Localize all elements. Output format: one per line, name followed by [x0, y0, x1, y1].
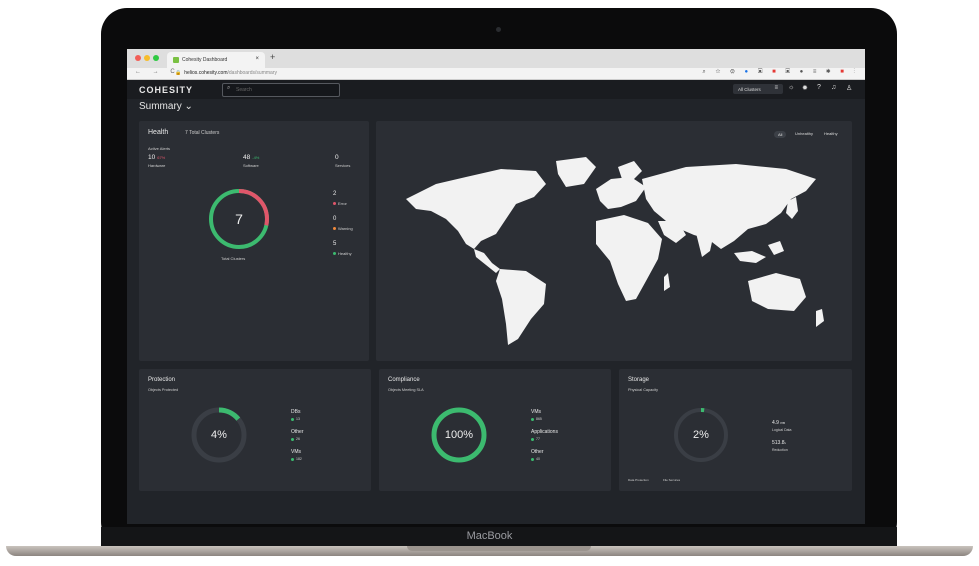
protection-item-vms: VMs: [291, 449, 301, 455]
logical-data-label: Logical Data: [772, 428, 792, 432]
cohesity-favicon-icon: [173, 57, 179, 63]
browser-tab[interactable]: Cohesity Dashboard ×: [167, 52, 265, 68]
reduction-label: Reduction: [772, 448, 788, 452]
map-filter-unhealthy[interactable]: Unhealthy: [795, 131, 813, 136]
screen: Cohesity Dashboard × + ← → C 🔒 helios.coh…: [127, 49, 865, 524]
maximize-window-button[interactable]: [153, 55, 159, 61]
url-field[interactable]: 🔒 helios.cohesity.com/dashboards/summary: [175, 70, 277, 76]
legend-error[interactable]: Error: [333, 201, 347, 206]
tab-title: Cohesity Dashboard: [182, 57, 228, 63]
software-label: Software: [243, 163, 259, 168]
protection-item-dbs: DBs: [291, 409, 301, 415]
compliance-subtitle: Objects Meeting SLA: [388, 388, 424, 392]
protection-title: Protection: [148, 377, 176, 383]
close-window-button[interactable]: [135, 55, 141, 61]
healthy-dot-icon: [333, 252, 336, 256]
theme-icon[interactable]: ☼: [788, 84, 794, 91]
health-subtitle: 7 Total Clusters: [185, 130, 220, 136]
compliance-percent: 100%: [444, 429, 474, 441]
dbs-dot-icon: [291, 417, 294, 421]
warning-dot-icon: [333, 227, 336, 231]
compliance-item-other: Other: [531, 449, 544, 455]
protection-card: Protection Objects Protected 4% DBs 13 O…: [139, 369, 371, 491]
compliance-title: Compliance: [388, 377, 420, 383]
url-path: /dashboards/summary: [227, 70, 277, 76]
warning-count: 0: [333, 216, 337, 222]
protection-dbs-value: 13: [291, 417, 300, 421]
health-center-value: 7: [235, 211, 243, 227]
cluster-selector[interactable]: All Clusters ≡: [733, 84, 783, 94]
healthy-count: 5: [333, 241, 337, 247]
map-filter-all[interactable]: All: [774, 131, 787, 138]
nav-buttons[interactable]: ← → C: [135, 69, 180, 75]
device-brand: MacBook: [466, 530, 513, 542]
health-title: Health: [148, 129, 169, 136]
health-card: Health 7 Total Clusters Active Alerts 10…: [139, 121, 369, 361]
software-stat[interactable]: 48 -4%: [243, 154, 259, 161]
page-title[interactable]: Summary ⌄: [139, 101, 193, 112]
storage-subtitle: Physical Capacity: [628, 388, 658, 392]
user-icon[interactable]: ♙: [846, 84, 852, 92]
compliance-apps-dot-icon: [531, 437, 534, 441]
vms-dot-icon: [291, 457, 294, 461]
world-map[interactable]: [396, 149, 836, 349]
compliance-item-applications: Applications: [531, 429, 558, 435]
protection-other-value: 26: [291, 437, 300, 441]
protection-item-other: Other: [291, 429, 304, 435]
services-stat[interactable]: 0: [335, 154, 339, 161]
help-icon[interactable]: ?: [817, 84, 821, 91]
hardware-stat[interactable]: 10 67%: [148, 154, 165, 161]
services-label: Services: [335, 163, 351, 168]
reduction-value: 513.8x: [772, 440, 787, 446]
browser-tabstrip: Cohesity Dashboard × +: [127, 49, 865, 68]
map-filter-healthy[interactable]: Healthy: [824, 131, 838, 136]
compliance-applications-value: 77: [531, 437, 540, 441]
settings-icon[interactable]: ✹: [802, 84, 808, 92]
search-input[interactable]: ⌕ Search: [222, 83, 340, 97]
legend-healthy[interactable]: Healthy: [333, 251, 352, 256]
data-protection-link[interactable]: Data Protection: [628, 478, 649, 482]
active-alerts-label: Active Alerts: [148, 146, 171, 151]
error-count: 2: [333, 191, 337, 197]
extension-icons[interactable]: ⌕ ☆ ⚙ ● ▣ ■ ▣ ● ≡ ✱ ■ ⋮: [702, 69, 859, 76]
other-dot-icon: [291, 437, 294, 441]
logical-data-value: 4.9 PiB: [772, 420, 786, 426]
protection-subtitle: Objects Protected: [148, 388, 179, 392]
compliance-other-dot-icon: [531, 457, 534, 461]
url-host: helios.cohesity.com: [184, 70, 228, 76]
new-tab-button[interactable]: +: [270, 52, 275, 62]
search-placeholder: Search: [236, 87, 252, 93]
storage-title: Storage: [628, 377, 650, 383]
search-icon: ⌕: [227, 85, 231, 91]
cluster-selector-label: All Clusters: [738, 87, 761, 92]
storage-card: Storage Physical Capacity 2% 4.9 PiB Log…: [619, 369, 852, 491]
protection-percent: 4%: [211, 429, 227, 441]
compliance-item-vms: VMs: [531, 409, 541, 415]
app-header: COHESITY ⌕ Search All Clusters ≡ ☼ ✹ ? ♫…: [127, 80, 865, 99]
notifications-icon[interactable]: ♫: [831, 84, 836, 91]
lock-icon: 🔒: [175, 70, 182, 76]
laptop-notch: [407, 546, 591, 551]
minimize-window-button[interactable]: [144, 55, 150, 61]
protection-vms-value: 182: [291, 457, 302, 461]
compliance-card: Compliance Objects Meeting SLA 100% VMs …: [379, 369, 611, 491]
compliance-vms-dot-icon: [531, 417, 534, 421]
compliance-other-value: 40: [531, 457, 540, 461]
file-services-link[interactable]: File Services: [663, 478, 680, 482]
tab-close-icon[interactable]: ×: [255, 56, 259, 62]
hardware-label: Hardware: [148, 163, 166, 168]
legend-warning[interactable]: Warning: [333, 226, 353, 231]
world-map-card: All Unhealthy Healthy: [376, 121, 852, 361]
health-center-label: Total Clusters: [221, 256, 246, 261]
filter-icon: ≡: [774, 85, 778, 91]
camera: [496, 27, 501, 32]
address-bar: ← → C 🔒 helios.cohesity.com/dashboards/su…: [127, 68, 865, 80]
cohesity-logo[interactable]: COHESITY: [139, 85, 193, 95]
storage-percent: 2%: [693, 429, 709, 441]
error-dot-icon: [333, 202, 336, 206]
compliance-vms-value: 865: [531, 417, 542, 421]
